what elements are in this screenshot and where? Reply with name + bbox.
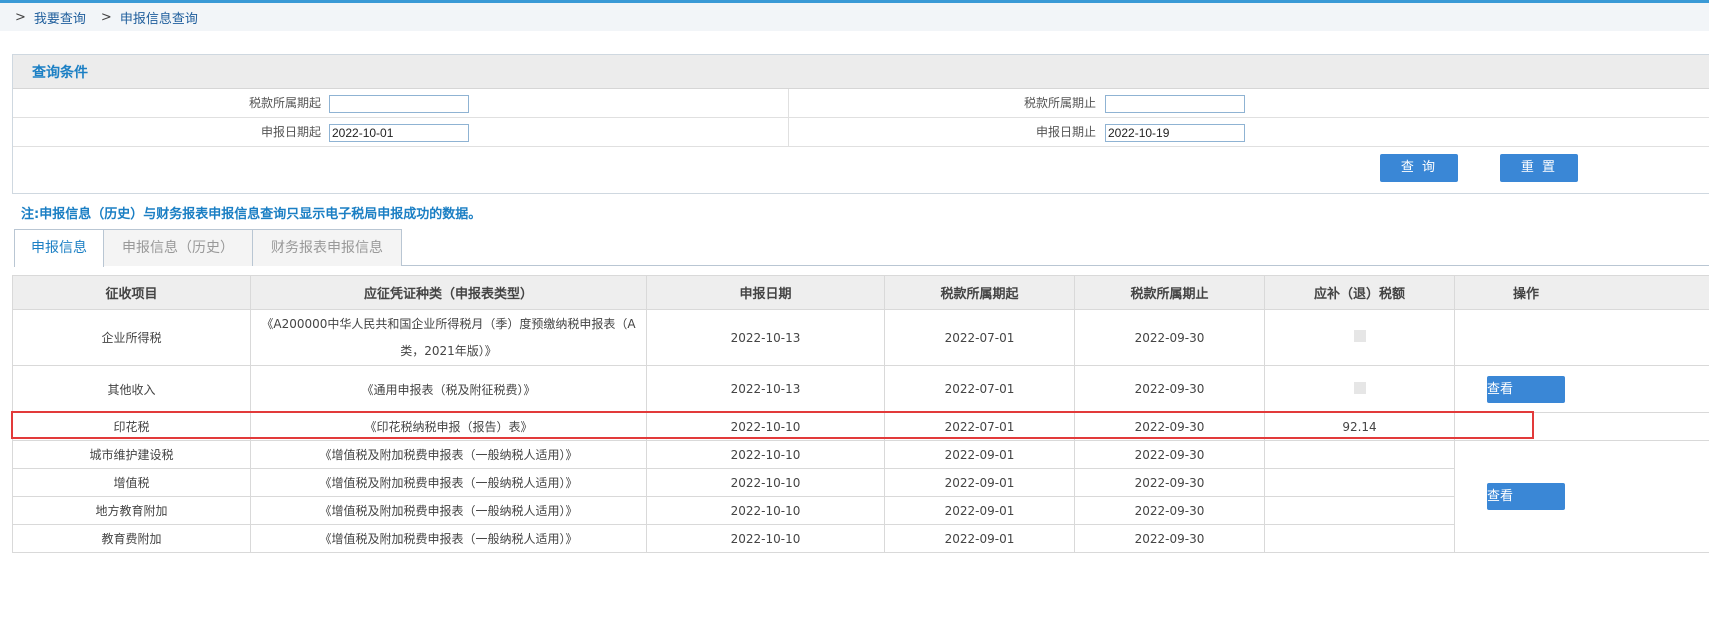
table-row: 企业所得税 《A200000中华人民共和国企业所得税月（季）度预缴纳税申报表（A…: [12, 309, 1709, 366]
cell-type: 《增值税及附加税费申报表（一般纳税人适用）》: [250, 468, 647, 497]
cell-end: 2022-09-30: [1074, 309, 1265, 366]
query-panel: 查询条件 税款所属期起 税款所属期止 申报日期起 申报日期止 查 询 重 置: [12, 54, 1709, 194]
cell-action: 查看: [1454, 365, 1709, 413]
col-header-item: 征收项目: [12, 275, 251, 310]
table-row: 城市维护建设税 《增值税及附加税费申报表（一般纳税人适用）》 2022-10-1…: [12, 440, 1709, 553]
col-header-start: 税款所属期起: [884, 275, 1075, 310]
tax-period-start-label: 税款所属期起: [248, 96, 321, 110]
breadcrumb-separator: >: [15, 9, 26, 25]
tax-period-end-input[interactable]: [1105, 95, 1245, 113]
breadcrumb-separator: >: [100, 9, 112, 25]
query-row-tax-period: 税款所属期起 税款所属期止: [13, 89, 1709, 118]
breadcrumb-item-declare-info[interactable]: 申报信息查询: [120, 8, 198, 27]
cell-amount: [1264, 524, 1455, 553]
cell-date: 2022-10-10: [646, 468, 885, 497]
cell-end: 2022-09-30: [1074, 524, 1265, 553]
col-header-end: 税款所属期止: [1074, 275, 1265, 310]
cell-amount: [1264, 496, 1455, 525]
cell-date: 2022-10-10: [646, 440, 885, 469]
redacted-amount: [1353, 330, 1366, 342]
query-row-declare-date: 申报日期起 申报日期止: [13, 118, 1709, 147]
cell-end: 2022-09-30: [1074, 468, 1265, 497]
cell-amount: [1264, 468, 1455, 497]
breadcrumb: > 我要查询 > 申报信息查询: [0, 3, 1709, 31]
tab-bar: 申报信息 申报信息（历史） 财务报表申报信息: [14, 229, 1709, 267]
cell-item: 地方教育附加: [12, 496, 251, 525]
cell-start: 2022-07-01: [884, 365, 1075, 413]
breadcrumb-item-query[interactable]: 我要查询: [34, 8, 86, 27]
cell-type: 《印花税纳税申报（报告）表》: [250, 412, 647, 441]
cell-date: 2022-10-10: [646, 496, 885, 525]
cell-amount: [1264, 440, 1455, 469]
cell-type: 《增值税及附加税费申报表（一般纳税人适用）》: [250, 440, 647, 469]
cell-type: 《增值税及附加税费申报表（一般纳税人适用）》: [250, 496, 647, 525]
redacted-amount: [1353, 381, 1366, 394]
tab-declare-info-history[interactable]: 申报信息（历史）: [103, 229, 253, 266]
cell-start: 2022-07-01: [884, 412, 1075, 441]
declare-date-end-label: 申报日期止: [1035, 125, 1096, 139]
query-panel-title: 查询条件: [13, 55, 1709, 89]
cell-end: 2022-09-30: [1074, 365, 1265, 413]
declare-date-end-input[interactable]: [1105, 124, 1245, 142]
col-header-action: 操作: [1454, 275, 1709, 310]
col-header-amount: 应补（退）税额: [1264, 275, 1455, 310]
cell-start: 2022-07-01: [884, 309, 1075, 366]
cell-amount: 92.14: [1264, 412, 1455, 441]
col-header-type: 应征凭证种类（申报表类型）: [250, 275, 647, 310]
cell-date: 2022-10-13: [646, 365, 885, 413]
notice-text: 注:申报信息（历史）与财务报表申报信息查询只显示电子税局申报成功的数据。: [21, 207, 482, 222]
cell-amount: [1264, 365, 1455, 413]
declare-date-start-input[interactable]: [329, 124, 469, 142]
cell-end: 2022-09-30: [1074, 496, 1265, 525]
cell-action: [1454, 309, 1709, 366]
declare-table: 征收项目 应征凭证种类（申报表类型） 申报日期 税款所属期起 税款所属期止 应补…: [12, 275, 1709, 553]
table-header-row: 征收项目 应征凭证种类（申报表类型） 申报日期 税款所属期起 税款所属期止 应补…: [12, 275, 1709, 310]
reset-button[interactable]: 重 置: [1500, 154, 1578, 182]
cell-amount: [1264, 309, 1455, 366]
declare-date-start-label: 申报日期起: [260, 125, 321, 139]
cell-start: 2022-09-01: [884, 524, 1075, 553]
table-row-highlighted: 印花税 《印花税纳税申报（报告）表》 2022-10-10 2022-07-01…: [12, 412, 1709, 441]
tax-period-end-label: 税款所属期止: [1023, 96, 1096, 110]
cell-item: 印花税: [12, 412, 251, 441]
cell-item: 其他收入: [12, 365, 251, 413]
table-row: 其他收入 《通用申报表（税及附征税费）》 2022-10-13 2022-07-…: [12, 365, 1709, 413]
cell-start: 2022-09-01: [884, 496, 1075, 525]
cell-item: 教育费附加: [12, 524, 251, 553]
tax-period-start-input[interactable]: [329, 95, 469, 113]
tab-financial-report-info[interactable]: 财务报表申报信息: [252, 229, 402, 266]
cell-action: [1454, 412, 1709, 441]
col-header-date: 申报日期: [646, 275, 885, 310]
cell-end: 2022-09-30: [1074, 440, 1265, 469]
search-button[interactable]: 查 询: [1380, 154, 1458, 182]
cell-item: 增值税: [12, 468, 251, 497]
cell-type: 《增值税及附加税费申报表（一般纳税人适用）》: [250, 524, 647, 553]
cell-start: 2022-09-01: [884, 468, 1075, 497]
cell-item: 企业所得税: [12, 309, 251, 366]
cell-type: 《通用申报表（税及附征税费）》: [250, 365, 647, 413]
cell-end: 2022-09-30: [1074, 412, 1265, 441]
view-button[interactable]: 查看: [1487, 375, 1565, 403]
view-button[interactable]: 查看: [1487, 483, 1565, 510]
cell-date: 2022-10-13: [646, 309, 885, 366]
tab-declare-info[interactable]: 申报信息: [14, 229, 104, 267]
cell-action-group: 查看: [1454, 440, 1709, 553]
cell-item: 城市维护建设税: [12, 440, 251, 469]
cell-date: 2022-10-10: [646, 412, 885, 441]
cell-type: 《A200000中华人民共和国企业所得税月（季）度预缴纳税申报表（A类，2021…: [250, 309, 647, 366]
cell-start: 2022-09-01: [884, 440, 1075, 469]
cell-date: 2022-10-10: [646, 524, 885, 553]
